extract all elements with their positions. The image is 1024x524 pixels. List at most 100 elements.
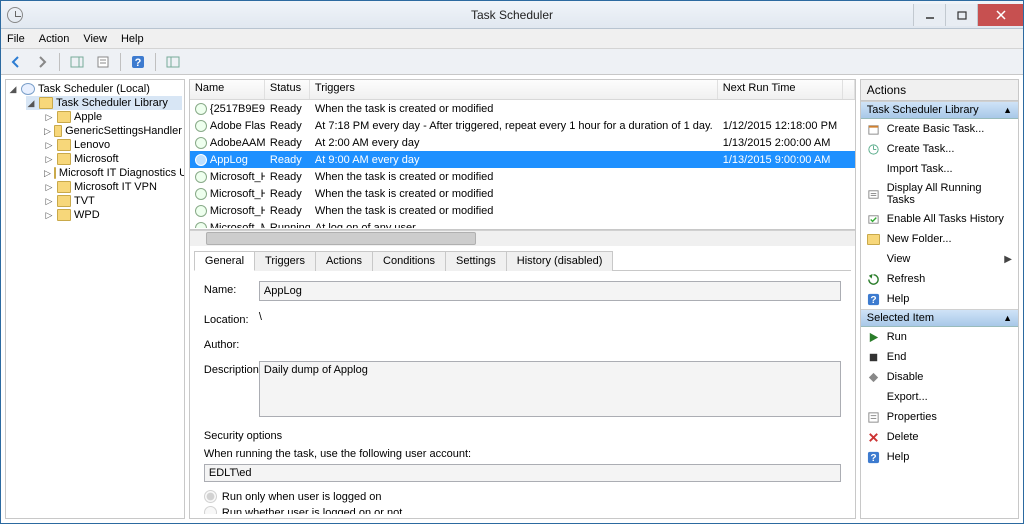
action-run[interactable]: Run [861, 327, 1018, 347]
action-icon [867, 212, 881, 226]
location-label: Location: [204, 311, 259, 326]
actions-group-selected-item[interactable]: Selected Item ▲ [861, 309, 1018, 327]
folder-icon [57, 209, 71, 221]
collapse-icon[interactable]: ▲ [1003, 313, 1012, 323]
tab-history-disabled-[interactable]: History (disabled) [506, 251, 614, 271]
task-row[interactable]: Adobe Flash...ReadyAt 7:18 PM every day … [190, 117, 855, 134]
action-delete[interactable]: Delete [861, 427, 1018, 447]
show-hide-action-pane-button[interactable] [66, 51, 88, 73]
action-view[interactable]: View▶ [861, 249, 1018, 269]
menu-file[interactable]: File [7, 33, 25, 45]
tree-item[interactable]: ▷Microsoft IT Diagnostics Utility [44, 166, 182, 180]
action-properties[interactable]: Properties [861, 407, 1018, 427]
close-button[interactable] [977, 4, 1023, 26]
action-display-all-running-tasks[interactable]: Display All Running Tasks [861, 179, 1018, 209]
action-end[interactable]: End [861, 347, 1018, 367]
expand-icon[interactable]: ▷ [44, 182, 54, 192]
task-icon [195, 188, 207, 200]
detail-tabs: GeneralTriggersActionsConditionsSettings… [194, 250, 851, 271]
action-help[interactable]: ?Help [861, 447, 1018, 467]
toolbar: ? [1, 49, 1023, 75]
task-row[interactable]: AdobeAAM...ReadyAt 2:00 AM every day1/13… [190, 134, 855, 151]
task-row[interactable]: {2517B9E9-F...ReadyWhen the task is crea… [190, 100, 855, 117]
task-row[interactable]: Microsoft_M...RunningAt log on of any us… [190, 219, 855, 228]
task-row[interactable]: Microsoft_H...ReadyWhen the task is crea… [190, 185, 855, 202]
tab-settings[interactable]: Settings [445, 251, 507, 271]
task-row[interactable]: Microsoft_H...ReadyWhen the task is crea… [190, 168, 855, 185]
action-disable[interactable]: Disable [861, 367, 1018, 387]
folder-icon [57, 195, 71, 207]
col-status[interactable]: Status [265, 80, 310, 99]
menu-action[interactable]: Action [39, 33, 70, 45]
task-icon [195, 103, 207, 115]
maximize-button[interactable] [945, 4, 977, 26]
tree-item[interactable]: ▷Apple [44, 110, 182, 124]
action-icon: ? [867, 450, 881, 464]
horizontal-scrollbar[interactable] [190, 230, 855, 246]
collapse-icon[interactable]: ◢ [8, 84, 18, 94]
tree-library[interactable]: ◢ Task Scheduler Library [26, 96, 182, 110]
tree-item[interactable]: ▷Microsoft IT VPN [44, 180, 182, 194]
tab-actions[interactable]: Actions [315, 251, 373, 271]
tree-item[interactable]: ▷Microsoft [44, 152, 182, 166]
description-field[interactable] [259, 361, 841, 417]
tree-item[interactable]: ▷GenericSettingsHandler [44, 124, 182, 138]
security-options-title: Security options [204, 430, 841, 442]
name-field[interactable] [259, 281, 841, 301]
action-help[interactable]: ?Help [861, 289, 1018, 309]
expand-icon[interactable]: ▷ [44, 112, 54, 122]
show-hide-console-tree-button[interactable] [162, 51, 184, 73]
security-account: EDLT\ed [204, 464, 841, 482]
author-label: Author: [204, 336, 259, 351]
expand-icon[interactable]: ▷ [44, 140, 54, 150]
tree-panel[interactable]: ◢ Task Scheduler (Local) ◢ Task Schedule… [5, 79, 185, 519]
task-table[interactable]: Name Status Triggers Next Run Time {2517… [190, 80, 855, 230]
expand-icon[interactable]: ▷ [44, 168, 51, 178]
radio-run-logged-on[interactable] [204, 490, 217, 503]
col-name[interactable]: Name [190, 80, 265, 99]
expand-icon[interactable]: ▷ [44, 210, 54, 220]
radio-run-whether[interactable] [204, 506, 217, 514]
actions-panel: Actions Task Scheduler Library ▲ Create … [860, 79, 1019, 519]
tab-triggers[interactable]: Triggers [254, 251, 316, 271]
action-icon [867, 142, 881, 156]
author-value [259, 336, 841, 351]
action-enable-all-tasks-history[interactable]: Enable All Tasks History [861, 209, 1018, 229]
expand-icon[interactable]: ▷ [44, 154, 54, 164]
actions-header: Actions [861, 80, 1018, 101]
forward-button[interactable] [31, 51, 53, 73]
tree-item[interactable]: ▷Lenovo [44, 138, 182, 152]
tree-item[interactable]: ▷TVT [44, 194, 182, 208]
task-row[interactable]: Microsoft_H...ReadyWhen the task is crea… [190, 202, 855, 219]
menu-help[interactable]: Help [121, 33, 144, 45]
action-import-task[interactable]: Import Task... [861, 159, 1018, 179]
collapse-icon[interactable]: ▲ [1003, 105, 1012, 115]
tab-conditions[interactable]: Conditions [372, 251, 446, 271]
actions-group-library[interactable]: Task Scheduler Library ▲ [861, 101, 1018, 119]
col-nextrun[interactable]: Next Run Time [718, 80, 843, 99]
tab-general[interactable]: General [194, 251, 255, 271]
action-create-task[interactable]: Create Task... [861, 139, 1018, 159]
col-triggers[interactable]: Triggers [310, 80, 718, 99]
action-icon [867, 162, 881, 176]
window-title: Task Scheduler [471, 8, 553, 22]
action-create-basic-task[interactable]: Create Basic Task... [861, 119, 1018, 139]
tree-item[interactable]: ▷WPD [44, 208, 182, 222]
name-label: Name: [204, 281, 259, 301]
folder-icon [54, 125, 62, 137]
menu-view[interactable]: View [83, 33, 107, 45]
task-icon [195, 171, 207, 183]
action-new-folder[interactable]: New Folder... [861, 229, 1018, 249]
minimize-button[interactable] [913, 4, 945, 26]
expand-icon[interactable]: ▷ [44, 196, 54, 206]
action-icon [867, 252, 881, 266]
action-refresh[interactable]: Refresh [861, 269, 1018, 289]
help-button[interactable]: ? [127, 51, 149, 73]
task-row[interactable]: AppLogReadyAt 9:00 AM every day1/13/2015… [190, 151, 855, 168]
action-export[interactable]: Export... [861, 387, 1018, 407]
expand-icon[interactable]: ▷ [44, 126, 51, 136]
collapse-icon[interactable]: ◢ [26, 98, 36, 108]
back-button[interactable] [5, 51, 27, 73]
tree-root[interactable]: ◢ Task Scheduler (Local) [8, 82, 182, 96]
properties-button[interactable] [92, 51, 114, 73]
